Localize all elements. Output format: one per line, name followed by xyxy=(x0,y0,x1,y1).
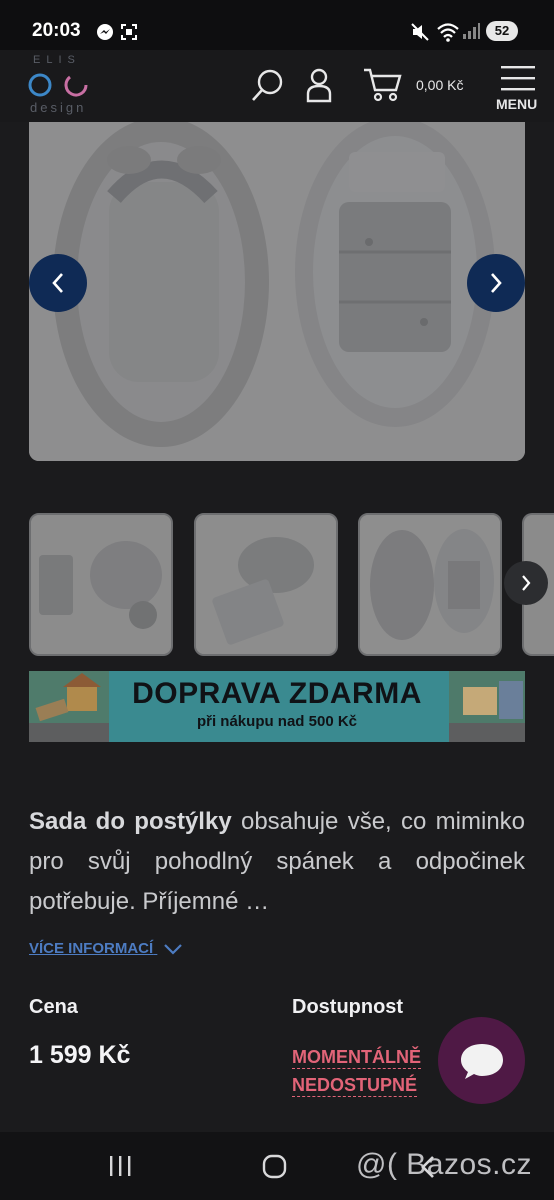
thumbnail-next-button[interactable] xyxy=(504,561,548,605)
logo[interactable] xyxy=(28,72,88,98)
status-time: 20:03 xyxy=(32,20,81,41)
next-image-button[interactable] xyxy=(467,254,525,312)
signal-icon xyxy=(463,23,480,39)
logo-subtitle: design xyxy=(30,100,87,115)
thumbnail-image xyxy=(196,515,336,654)
prev-image-button[interactable] xyxy=(29,254,87,312)
more-info-label: VÍCE INFORMACÍ xyxy=(29,940,154,957)
watermark: @( Bazos.cz xyxy=(356,1148,532,1181)
logo-letters: ELIS xyxy=(33,54,81,66)
cart-total[interactable]: 0,00 Kč xyxy=(416,77,463,93)
product-description: Sada do postýlky obsahuje vše, co mimink… xyxy=(29,802,525,922)
thumbnail-2[interactable] xyxy=(194,513,338,656)
availability-label: Dostupnost xyxy=(292,996,404,1018)
battery-indicator: 52 xyxy=(486,21,518,41)
next-arrow-icon xyxy=(491,273,502,293)
price-label: Cena xyxy=(29,996,78,1018)
mute-icon xyxy=(411,23,429,41)
description-bold: Sada do postýlky xyxy=(29,808,232,835)
messenger-icon xyxy=(97,24,113,40)
chevron-down-icon xyxy=(164,944,183,955)
chevron-right-icon xyxy=(522,575,531,591)
banner-title: DOPRAVA ZDARMA xyxy=(132,677,422,710)
availability-status-1: MOMENTÁLNĚ xyxy=(292,1047,421,1069)
product-photo xyxy=(29,122,525,461)
screenshot-icon xyxy=(121,24,137,40)
thumbnail-image xyxy=(31,515,171,654)
user-icon[interactable] xyxy=(305,67,333,103)
prev-arrow-icon xyxy=(52,273,63,293)
menu-icon[interactable] xyxy=(501,64,535,92)
banner-subtitle: při nákupu nad 500 Kč xyxy=(196,713,358,730)
free-shipping-banner[interactable]: DOPRAVA ZDARMA při nákupu nad 500 Kč xyxy=(29,671,525,742)
back-icon[interactable] xyxy=(418,1154,438,1180)
thumbnail-3[interactable] xyxy=(358,513,502,656)
cart-icon[interactable] xyxy=(362,66,404,104)
price-value: 1 599 Kč xyxy=(29,1041,131,1069)
product-image[interactable] xyxy=(29,122,525,461)
wifi-icon xyxy=(437,23,459,42)
home-icon[interactable] xyxy=(262,1154,288,1180)
thumbnail-1[interactable] xyxy=(29,513,173,656)
chat-icon xyxy=(460,1043,503,1079)
chat-button[interactable] xyxy=(438,1017,525,1104)
more-info-link[interactable]: VÍCE INFORMACÍ xyxy=(29,940,183,957)
availability-line-1: MOMENTÁLNĚ xyxy=(292,1047,421,1069)
availability-status-2: NEDOSTUPNÉ xyxy=(292,1075,418,1097)
status-bar: 20:03 52 xyxy=(0,0,554,50)
search-icon[interactable] xyxy=(250,67,286,103)
recent-apps-icon[interactable] xyxy=(108,1154,132,1178)
menu-label[interactable]: MENU xyxy=(496,96,537,112)
availability-line-2: NEDOSTUPNÉ xyxy=(292,1075,418,1097)
thumbnail-image xyxy=(360,515,500,654)
